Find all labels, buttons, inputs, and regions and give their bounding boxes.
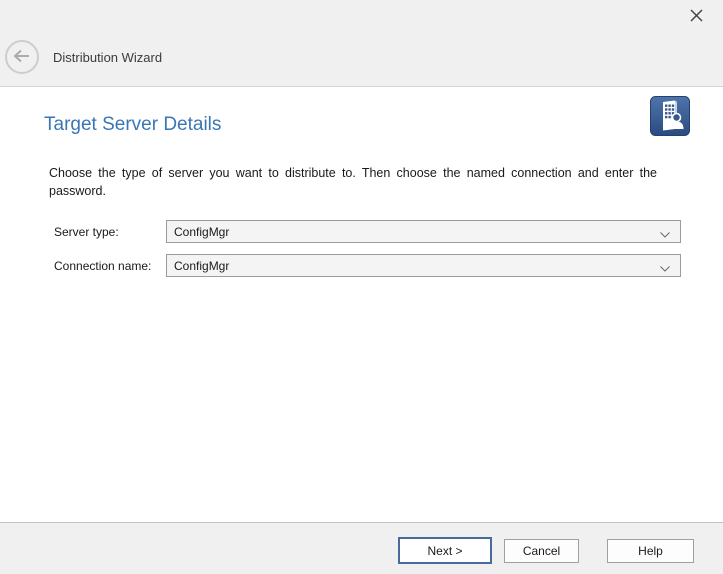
chevron-down-icon (659, 262, 671, 276)
connection-name-row: Connection name: ConfigMgr (54, 254, 681, 277)
connection-name-select[interactable]: ConfigMgr (166, 254, 681, 277)
server-type-label: Server type: (54, 225, 166, 239)
connection-name-value: ConfigMgr (174, 259, 229, 273)
connection-name-label: Connection name: (54, 259, 166, 273)
server-type-value: ConfigMgr (174, 225, 229, 239)
page-description: Choose the type of server you want to di… (49, 164, 657, 200)
close-button[interactable] (686, 7, 706, 27)
distribution-wizard-window: Distribution Wizard Target Server Detail… (0, 0, 723, 574)
close-icon (689, 8, 704, 26)
back-button[interactable] (5, 40, 39, 74)
back-arrow-icon (12, 49, 32, 66)
help-button[interactable]: Help (607, 539, 694, 563)
server-form: Server type: ConfigMgr Connection name: … (54, 220, 681, 288)
page-title: Target Server Details (44, 114, 221, 136)
wizard-header: Distribution Wizard (0, 0, 723, 87)
wizard-title: Distribution Wizard (53, 50, 162, 65)
next-button[interactable]: Next > (398, 537, 492, 564)
header-title-row: Distribution Wizard (5, 40, 162, 74)
chevron-down-icon (659, 228, 671, 242)
server-type-row: Server type: ConfigMgr (54, 220, 681, 243)
cancel-button[interactable]: Cancel (504, 539, 579, 563)
server-type-select[interactable]: ConfigMgr (166, 220, 681, 243)
building-user-icon (650, 96, 690, 136)
